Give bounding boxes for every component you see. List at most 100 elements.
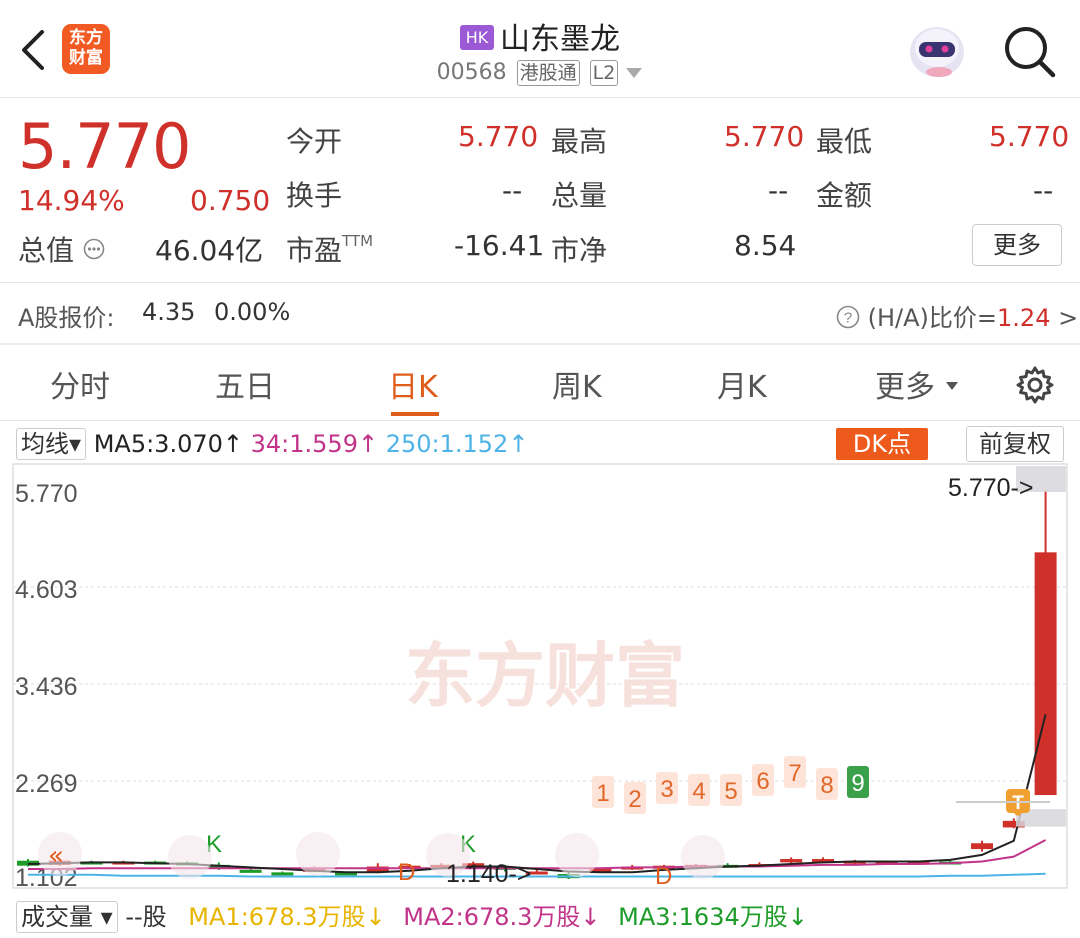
- y-tick-label: 2.269: [15, 770, 78, 798]
- volume-legend: 成交量 ▾ --股 MA1:678.3万股↓ MA2:678.3万股↓ MA3:…: [16, 897, 808, 933]
- stock-name: 山东墨龙: [500, 22, 620, 57]
- search-button[interactable]: [1002, 24, 1058, 80]
- more-dots-icon: [83, 238, 105, 260]
- y-tick-label: 3.436: [15, 673, 78, 701]
- ma34-label: 34:1.559: [250, 430, 358, 458]
- vol-ma1: MA1:678.3万股: [188, 903, 366, 931]
- last-price: 5.770: [18, 110, 191, 183]
- pb-value: 8.54: [734, 229, 797, 262]
- signal-bubble: [555, 833, 599, 877]
- chevron-right-icon: >: [1058, 304, 1079, 332]
- ma250-label: 250:1.152: [385, 430, 509, 458]
- high-price-label: 5.770->: [948, 474, 1034, 502]
- change-amount: 0.750: [190, 184, 271, 217]
- pe-ttm-sup: TTM: [342, 232, 374, 250]
- ha-ratio-label: (H/A)比价=: [867, 304, 998, 332]
- tab-five-day[interactable]: 五日: [215, 362, 275, 406]
- top-bar: 东方 财富 HK 山东墨龙 00568 港股通 L2: [0, 0, 1080, 98]
- volume-label: 总量: [551, 179, 608, 212]
- section-divider: [0, 343, 1080, 345]
- volume-unit: --股: [125, 903, 167, 931]
- assistant-robot-icon[interactable]: [906, 18, 968, 80]
- pe-value: -16.41: [454, 229, 545, 262]
- signal-bubble: [168, 835, 212, 879]
- y-axis-labels: 5.7704.6033.4362.2691.102: [15, 480, 78, 892]
- tab-daily-k[interactable]: 日K: [388, 362, 438, 406]
- more-quote-button[interactable]: 更多: [972, 224, 1062, 266]
- gear-icon: [1016, 366, 1054, 404]
- amount-label: 金额: [816, 179, 873, 212]
- low-value: 5.770: [989, 120, 1070, 153]
- stock-code: 00568: [436, 60, 507, 85]
- indicator-label: 成交量: [21, 903, 93, 931]
- adjust-button[interactable]: 前复权: [966, 426, 1064, 462]
- divider: [0, 420, 1080, 421]
- y-tick-label: 4.603: [15, 576, 78, 604]
- change-pct: 14.94%: [18, 184, 125, 217]
- vol-ma3: MA3:1634万股: [618, 903, 788, 931]
- search-icon: [1005, 27, 1056, 78]
- count-label: 3: [660, 776, 673, 803]
- count-label: 5: [724, 778, 737, 805]
- chart-settings-button[interactable]: [1014, 364, 1056, 410]
- t-marker-label: T: [1012, 793, 1024, 814]
- volume-value: --: [768, 174, 789, 207]
- svg-text:?: ?: [844, 310, 852, 327]
- amount-value: --: [1033, 174, 1054, 207]
- ma5-label: MA5:3.070: [93, 430, 223, 458]
- high-value: 5.770: [724, 120, 805, 153]
- count-label: 1: [596, 780, 609, 807]
- up-arrow-icon: ↑: [222, 430, 243, 458]
- ma-type-dropdown[interactable]: 均线▾: [16, 428, 87, 460]
- count-label: 7: [788, 760, 801, 787]
- tab-weekly-k[interactable]: 周K: [552, 362, 602, 406]
- double-chevron-left-icon: «: [48, 841, 64, 871]
- count-label: 8: [820, 772, 833, 799]
- dk-label: DK点: [852, 430, 912, 458]
- market-cap-label-text: 总值: [18, 234, 75, 267]
- low-price-label: 1.140->: [446, 860, 532, 888]
- candle-body: [271, 872, 294, 876]
- turnover-label: 换手: [286, 179, 343, 212]
- tab-intraday[interactable]: 分时: [50, 362, 110, 406]
- down-arrow-icon: ↓: [787, 903, 808, 931]
- market-cap-value: 46.04亿: [155, 234, 264, 267]
- active-tab-indicator: [391, 412, 439, 416]
- tab-monthly-k[interactable]: 月K: [717, 362, 767, 406]
- ma-legend: 均线▾ MA5:3.070↑ 34:1.559↑ 250:1.152↑: [16, 428, 528, 460]
- connect-tag: 港股通: [516, 60, 580, 86]
- a-share-pct: 0.00%: [214, 298, 291, 326]
- turnover-value: --: [502, 174, 523, 207]
- ma-type-label: 均线: [21, 430, 69, 458]
- signal-bubble: [681, 835, 725, 879]
- market-cap-label[interactable]: 总值: [18, 229, 105, 269]
- indicator-dropdown[interactable]: 成交量 ▾: [16, 901, 118, 933]
- hk-badge: HK: [460, 25, 494, 50]
- pe-label: 市盈TTM: [286, 229, 373, 269]
- open-label: 今开: [286, 125, 343, 158]
- watermark: 东方财富: [405, 635, 685, 717]
- signal-bubble: [296, 832, 340, 876]
- candle-body: [971, 843, 993, 850]
- count-label: 6: [756, 768, 769, 795]
- kline-chart[interactable]: 东方财富 5.7704.6033.4362.2691.102 123456789…: [0, 462, 1080, 892]
- divider: [0, 282, 1080, 283]
- count-label: 2: [628, 786, 641, 813]
- count-label: 9: [851, 770, 864, 797]
- candle-body: [1034, 552, 1057, 796]
- open-value: 5.770: [458, 120, 539, 153]
- up-arrow-icon: ↑: [357, 430, 379, 458]
- ha-ratio-link[interactable]: ? (H/A)比价=1.24 >: [836, 298, 1078, 333]
- a-share-price: 4.35: [142, 298, 196, 326]
- up-arrow-icon: ↑: [508, 430, 529, 458]
- caret-down-icon: [626, 68, 643, 78]
- high-label: 最高: [551, 125, 608, 158]
- dk-point-button[interactable]: DK点: [836, 428, 928, 460]
- signal-marker: D: [655, 863, 672, 890]
- a-share-label: A股报价:: [18, 304, 115, 332]
- tab-more[interactable]: 更多: [875, 362, 959, 406]
- y-tick-label: 5.770: [15, 480, 78, 508]
- ha-ratio-value: 1.24: [997, 304, 1051, 332]
- down-arrow-icon: ↓: [365, 903, 386, 931]
- low-label: 最低: [816, 125, 873, 158]
